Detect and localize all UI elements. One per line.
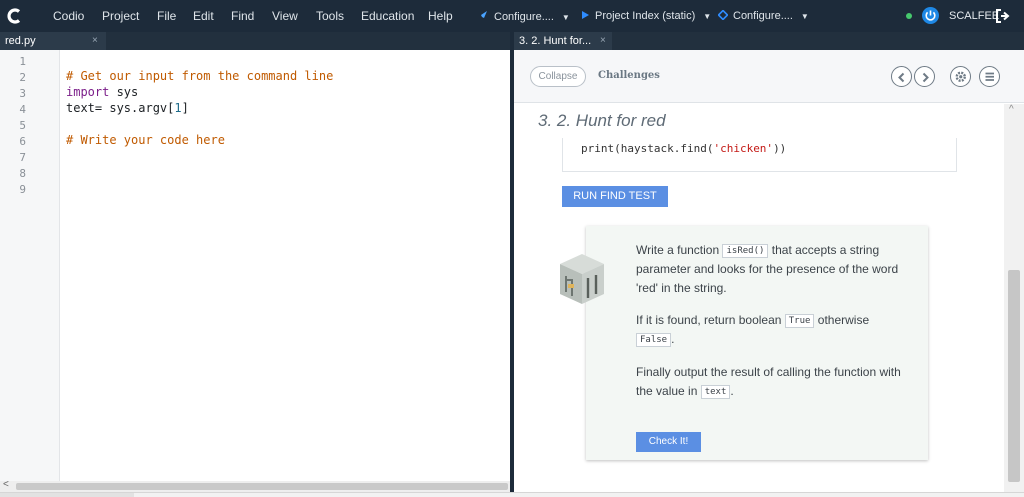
project-index-label: Project Index (static) — [595, 10, 696, 22]
inline-code: False — [636, 333, 672, 347]
tab-label: 3. 2. Hunt for... — [519, 35, 592, 47]
challenges-title: Challenges — [598, 70, 660, 81]
status-bar — [0, 492, 1024, 497]
code-line-4[interactable]: text= sys.argv[1] — [66, 100, 189, 116]
chevron-down-icon: ▼ — [703, 12, 712, 21]
menu-bar: Codio Project File Edit Find View Tools … — [0, 0, 1024, 32]
tab-red-py[interactable]: red.py × — [0, 32, 106, 50]
instruction-paragraph-2: If it is found, return boolean True othe… — [636, 311, 904, 349]
code-line-6[interactable]: # Write your code here — [66, 132, 225, 148]
text: otherwise — [814, 313, 870, 327]
guide-tab-bar: 3. 2. Hunt for... × — [514, 32, 1024, 50]
code-keyword: import — [66, 85, 110, 99]
tab-guide[interactable]: 3. 2. Hunt for... × — [514, 32, 612, 50]
code-text: print(haystack.find( — [581, 142, 714, 155]
guide-pane: Collapse Challenges 3. 2. Hunt for red p… — [514, 50, 1024, 492]
code-text: ] — [181, 101, 189, 115]
line-number: 3 — [19, 87, 26, 100]
power-icon[interactable] — [922, 7, 939, 24]
menu-codio[interactable]: Codio — [53, 9, 84, 23]
code-string: 'chicken' — [713, 142, 774, 155]
menu-view[interactable]: View — [272, 9, 298, 23]
status-dot-icon — [906, 13, 912, 19]
code-text: )) — [773, 142, 787, 155]
project-index-menu[interactable]: Project Index (static) ▼ — [581, 10, 711, 22]
text: . — [671, 332, 675, 346]
guide-vertical-scrollbar[interactable]: ^ — [1004, 104, 1024, 492]
run-find-test-button[interactable]: RUN FIND TEST — [562, 186, 668, 207]
code-line-3[interactable]: import sys — [66, 84, 138, 100]
menu-edit[interactable]: Edit — [193, 9, 214, 23]
menu-file[interactable]: File — [157, 9, 176, 23]
menu-icon[interactable] — [979, 66, 1000, 87]
configure-run-menu[interactable]: Configure.... ▼ — [478, 10, 570, 23]
play-icon — [582, 11, 589, 19]
menu-find[interactable]: Find — [231, 9, 254, 23]
line-number: 9 — [19, 183, 26, 196]
code-sample: print(haystack.find('chicken')) — [562, 138, 957, 172]
menu-tools[interactable]: Tools — [316, 9, 344, 23]
code-line-2[interactable]: # Get our input from the command line — [66, 68, 333, 84]
inline-code: True — [784, 314, 815, 328]
chevron-down-icon: ▼ — [800, 12, 809, 21]
code-sample-text: print(haystack.find('chicken')) — [581, 142, 786, 155]
inline-code: text — [700, 385, 731, 399]
prev-icon[interactable] — [891, 66, 912, 87]
line-number: 5 — [19, 119, 26, 132]
scroll-left-icon[interactable]: < — [3, 479, 9, 490]
menu-education[interactable]: Education — [361, 9, 414, 23]
codio-logo-icon[interactable] — [6, 7, 24, 25]
line-number: 6 — [19, 135, 26, 148]
code-editor[interactable]: 1 2 3 4 5 6 7 8 9 # Get our input from t… — [0, 50, 510, 481]
configure-run-label: Configure.... — [494, 11, 554, 23]
line-number: 2 — [19, 71, 26, 84]
code-text: sys — [109, 85, 139, 99]
line-number: 7 — [19, 151, 26, 164]
text: Finally output the result of calling the… — [636, 365, 901, 398]
next-icon[interactable] — [914, 66, 935, 87]
code-number: 1 — [174, 101, 182, 115]
text: If it is found, return boolean — [636, 313, 785, 327]
user-name[interactable]: SCALFEE — [949, 10, 999, 22]
code-text: text= sys.argv[ — [66, 101, 175, 115]
instruction-paragraph-1: Write a function isRed() that accepts a … — [636, 241, 904, 298]
line-number: 1 — [19, 55, 26, 68]
line-number: 4 — [19, 103, 26, 116]
configure-preview-menu[interactable]: Configure.... ▼ — [718, 10, 809, 22]
line-number: 8 — [19, 167, 26, 180]
diamond-icon — [718, 10, 728, 20]
instruction-paragraph-3: Finally output the result of calling the… — [636, 363, 904, 401]
inline-code: isRed() — [722, 244, 769, 258]
tab-label: red.py — [5, 35, 36, 47]
scroll-up-icon[interactable]: ^ — [1009, 104, 1014, 115]
text: . — [730, 384, 734, 398]
editor-horizontal-scrollbar[interactable]: < — [0, 479, 510, 492]
collapse-button[interactable]: Collapse — [530, 66, 586, 87]
logout-icon[interactable] — [995, 8, 1011, 24]
close-icon[interactable]: × — [600, 32, 606, 50]
configure-preview-label: Configure.... — [733, 10, 793, 22]
chevron-down-icon: ▼ — [561, 13, 570, 22]
page-title: 3. 2. Hunt for red — [538, 111, 666, 130]
text: Write a function — [636, 243, 723, 257]
close-icon[interactable]: × — [92, 32, 98, 50]
scrollbar-thumb[interactable] — [16, 483, 508, 490]
guide-header: Collapse Challenges — [514, 50, 1024, 103]
menu-project[interactable]: Project — [102, 9, 139, 23]
robot-icon — [560, 254, 604, 304]
status-segment — [0, 493, 134, 497]
settings-icon[interactable] — [950, 66, 971, 87]
rocket-icon — [479, 11, 487, 20]
guide-content: 3. 2. Hunt for red print(haystack.find('… — [514, 104, 1004, 492]
line-gutter: 1 2 3 4 5 6 7 8 9 — [0, 50, 60, 481]
menu-help[interactable]: Help — [428, 9, 453, 23]
editor-tab-bar: red.py × — [0, 32, 510, 50]
scrollbar-thumb[interactable] — [1008, 270, 1020, 482]
check-it-button[interactable]: Check It! — [636, 432, 701, 452]
